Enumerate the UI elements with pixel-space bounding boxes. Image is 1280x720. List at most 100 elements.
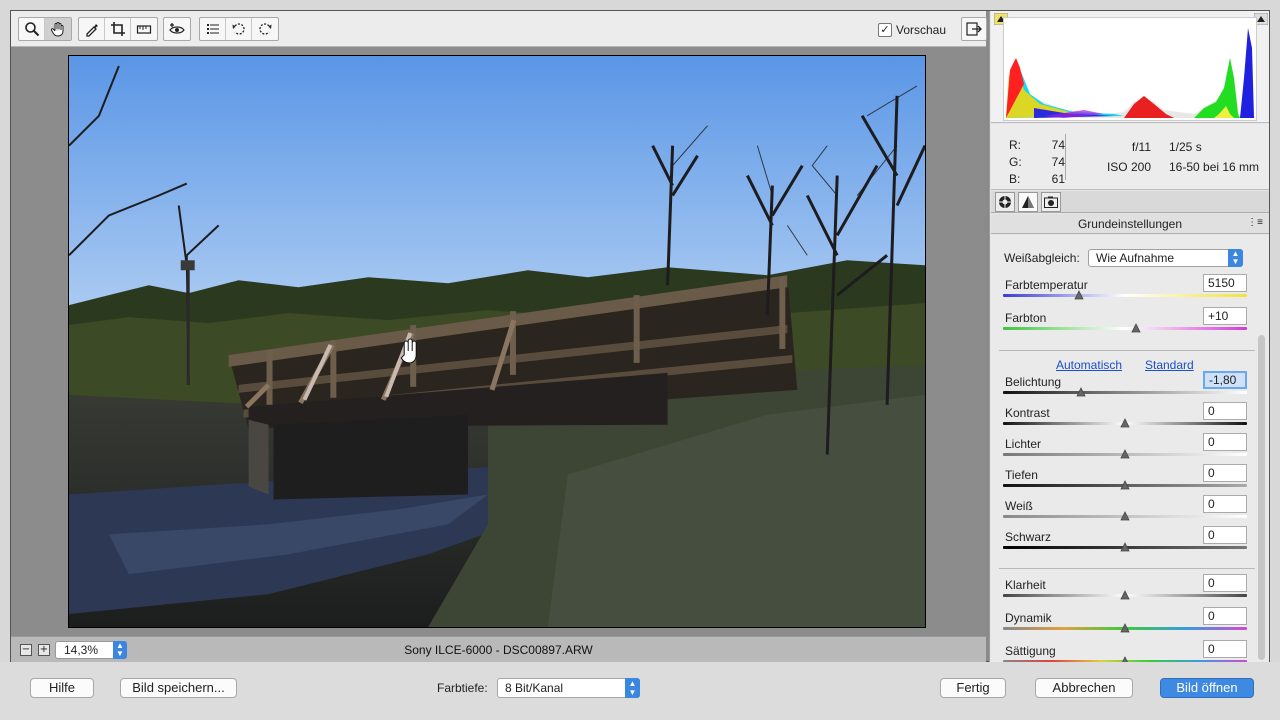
slider-value-input[interactable]: 0 (1203, 640, 1247, 658)
slider-track[interactable] (1003, 391, 1247, 394)
slider-row: Dynamik 0 (1003, 607, 1247, 641)
slider-track[interactable] (1003, 294, 1247, 297)
status-bar: − + 14,3% ▲ ▼ Sony ILCE-6000 - DSC00897.A… (11, 636, 986, 662)
slider-label: Dynamik (1005, 611, 1052, 625)
crop-tool-button[interactable] (105, 18, 131, 40)
histogram-graph (1006, 28, 1256, 118)
save-image-button[interactable]: Bild speichern... (120, 678, 237, 698)
slider-value-input[interactable]: 0 (1203, 464, 1247, 482)
r-value: 74 (1051, 138, 1065, 152)
standard-link[interactable]: Standard (1145, 358, 1194, 372)
open-image-button[interactable]: Bild öffnen (1160, 678, 1254, 698)
slider-track[interactable] (1003, 327, 1247, 330)
help-button[interactable]: Hilfe (30, 678, 94, 698)
slider-row: Kontrast 0 (1003, 402, 1247, 436)
photo-image (69, 56, 925, 627)
rgb-values: R: 74 G: 74 B: 61 (1009, 137, 1065, 188)
white-balance-tool-button[interactable] (79, 18, 105, 40)
slider-thumb-icon[interactable] (1120, 623, 1130, 633)
slider-label: Tiefen (1005, 468, 1038, 482)
crop-tool-icon (110, 22, 125, 36)
rotate-left-button[interactable] (226, 18, 252, 40)
bit-depth-stepper-icon: ▲ ▼ (625, 678, 640, 698)
slider-value-input[interactable]: 0 (1203, 402, 1247, 420)
slider-value-input[interactable]: 0 (1203, 495, 1247, 513)
slider-thumb-icon[interactable] (1120, 418, 1130, 428)
straighten-tool-button[interactable] (131, 18, 157, 40)
divider (999, 568, 1255, 569)
aperture-icon (999, 196, 1011, 208)
slider-value-input[interactable]: +10 (1203, 307, 1247, 325)
slider-thumb-icon[interactable] (1120, 480, 1130, 490)
slider-thumb-icon[interactable] (1120, 511, 1130, 521)
tool-group-edit (78, 17, 158, 41)
camera-icon (1044, 196, 1058, 208)
preview-label: Vorschau (896, 23, 947, 37)
fullscreen-button[interactable] (961, 17, 987, 41)
section-title: Grundeinstellungen ⋮≡ (991, 214, 1269, 234)
fullscreen-icon (966, 22, 982, 36)
slider-row: Schwarz 0 (1003, 526, 1247, 560)
auto-link[interactable]: Automatisch (1056, 358, 1122, 372)
rotate-right-icon (259, 23, 272, 35)
zoom-tool-button[interactable] (19, 18, 45, 40)
tab-basic[interactable] (995, 192, 1015, 212)
slider-thumb-icon[interactable] (1131, 323, 1141, 333)
slider-row: Belichtung -1,80 (1003, 371, 1247, 405)
panel-tabs (991, 191, 1269, 213)
bit-depth-value: 8 Bit/Kanal (505, 681, 564, 695)
slider-thumb-icon[interactable] (1076, 387, 1086, 397)
slider-row: Farbton +10 (1003, 307, 1247, 341)
bottom-bar: Hilfe Bild speichern... Farbtiefe: 8 Bit… (0, 662, 1280, 720)
slider-value-input[interactable]: -1,80 (1203, 371, 1247, 389)
slider-label: Lichter (1005, 437, 1042, 451)
white-balance-select[interactable]: Wie Aufnahme ▲ ▼ (1088, 249, 1243, 267)
slider-thumb-icon[interactable] (1073, 290, 1084, 300)
tab-camera-calibration[interactable] (1041, 192, 1061, 212)
tool-group-view (18, 17, 72, 41)
slider-thumb-icon[interactable] (1120, 542, 1130, 552)
adjustments-panel: R: 74 G: 74 B: 61 f/11 1/25 s ISO 200 16-50 b… (989, 11, 1269, 666)
rotate-left-icon (232, 23, 245, 35)
done-button[interactable]: Fertig (940, 678, 1006, 698)
panel-menu-icon[interactable]: ⋮≡ (1247, 218, 1263, 228)
slider-thumb-icon[interactable] (1120, 590, 1130, 600)
bit-depth-select[interactable]: 8 Bit/Kanal ▲ ▼ (497, 678, 640, 698)
slider-value-input[interactable]: 0 (1203, 607, 1247, 625)
cancel-button[interactable]: Abbrechen (1035, 678, 1133, 698)
bit-depth-label: Farbtiefe: (437, 681, 488, 695)
panel-scrollbar[interactable] (1258, 335, 1265, 660)
iso-value: ISO 200 (1106, 160, 1151, 174)
white-balance-value: Wie Aufnahme (1096, 251, 1175, 265)
tab-tone-curve[interactable] (1018, 192, 1038, 212)
white-balance-label: Weißabgleich: (1004, 251, 1080, 265)
white-balance-stepper-icon: ▲ ▼ (1228, 249, 1243, 267)
slider-thumb-icon[interactable] (1120, 449, 1130, 459)
aperture-value: f/11 (1131, 140, 1151, 154)
slider-label: Belichtung (1005, 375, 1062, 389)
slider-label: Farbton (1005, 311, 1047, 325)
histogram-area (991, 11, 1269, 123)
readout-divider (1065, 134, 1066, 180)
slider-value-input[interactable]: 0 (1203, 526, 1247, 544)
slider-label: Schwarz (1005, 530, 1052, 544)
hand-tool-icon (50, 22, 64, 37)
red-eye-tool-button[interactable] (164, 18, 190, 40)
preview-toggle[interactable]: ✓ Vorschau (878, 23, 946, 37)
slider-value-input[interactable]: 5150 (1203, 274, 1247, 292)
slider-value-input[interactable]: 0 (1203, 574, 1247, 592)
slider-label: Klarheit (1005, 578, 1046, 592)
rotate-right-button[interactable] (252, 18, 278, 40)
histogram (1003, 17, 1257, 121)
hand-tool-button[interactable] (45, 18, 71, 40)
section-title-label: Grundeinstellungen (1077, 217, 1183, 231)
photo-preview[interactable] (68, 55, 926, 628)
shutter-value: 1/25 s (1169, 140, 1202, 154)
preview-checkbox[interactable]: ✓ (878, 23, 892, 37)
lens-value: 16-50 bei 16 mm (1169, 160, 1260, 174)
preferences-button[interactable] (200, 18, 226, 40)
slider-label: Kontrast (1005, 406, 1050, 420)
slider-value-input[interactable]: 0 (1203, 433, 1247, 451)
b-value: 61 (1051, 172, 1065, 186)
divider (999, 350, 1255, 351)
